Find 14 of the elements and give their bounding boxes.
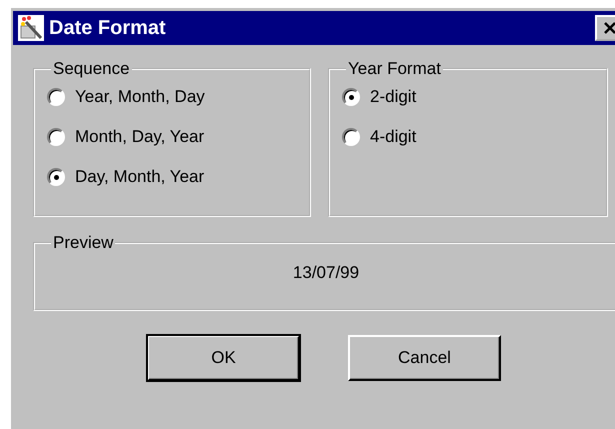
group-label: Sequence xyxy=(52,59,131,79)
radio-option[interactable]: Day, Month, Year xyxy=(47,157,297,197)
radio-option[interactable]: 2-digit xyxy=(342,77,594,117)
dialog-button[interactable]: OK xyxy=(147,335,300,381)
radio-option[interactable]: Month, Day, Year xyxy=(47,117,297,157)
preview-text: 13/07/99 xyxy=(292,262,360,283)
radio-option[interactable]: Year, Month, Day xyxy=(47,77,297,117)
close-icon xyxy=(603,21,615,35)
group-label: Year Format xyxy=(347,59,442,79)
window-title: Date Format xyxy=(49,16,166,40)
dialog-button[interactable]: Cancel xyxy=(348,335,501,381)
calendar-pen-icon xyxy=(17,14,45,42)
group-label: Preview xyxy=(52,233,114,253)
radio-option[interactable]: 4-digit xyxy=(342,117,594,157)
